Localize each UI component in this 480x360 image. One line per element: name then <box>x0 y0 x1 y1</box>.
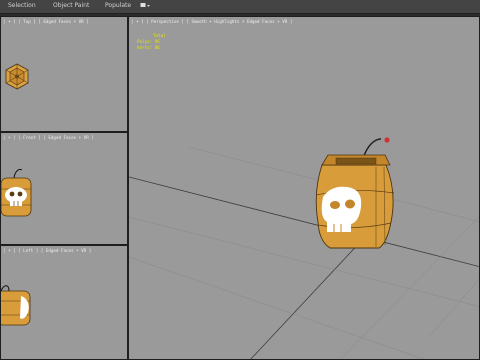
viewport-front[interactable]: [ + ] [ Front ] [ Edged Faces + VR ] <box>0 132 128 245</box>
barrel-3d-model <box>315 137 395 249</box>
viewport-perspective[interactable]: [ + ] [ Perspective ] [ Smooth + Highlig… <box>128 16 480 360</box>
menu-bar: Selection Object Paint Populate <box>0 0 480 14</box>
barrel-top-view <box>5 63 29 90</box>
viewport-left[interactable]: [ + ] [ Left ] [ Edged Faces + VR ] <box>0 245 128 360</box>
viewport-top[interactable]: [ + ] [ Top ] [ Edged Faces + VR ] <box>0 16 128 132</box>
barrel-left-view <box>1 285 31 326</box>
barrel-front-view <box>1 168 32 217</box>
menu-populate[interactable]: Populate <box>105 1 131 11</box>
ground-grid <box>129 176 479 359</box>
menu-selection[interactable]: Selection <box>8 1 36 11</box>
fuse-tip <box>384 137 390 143</box>
perspective-scene <box>129 137 479 359</box>
menu-object-paint[interactable]: Object Paint <box>53 1 89 11</box>
viewport-layout-icon[interactable] <box>140 2 152 10</box>
